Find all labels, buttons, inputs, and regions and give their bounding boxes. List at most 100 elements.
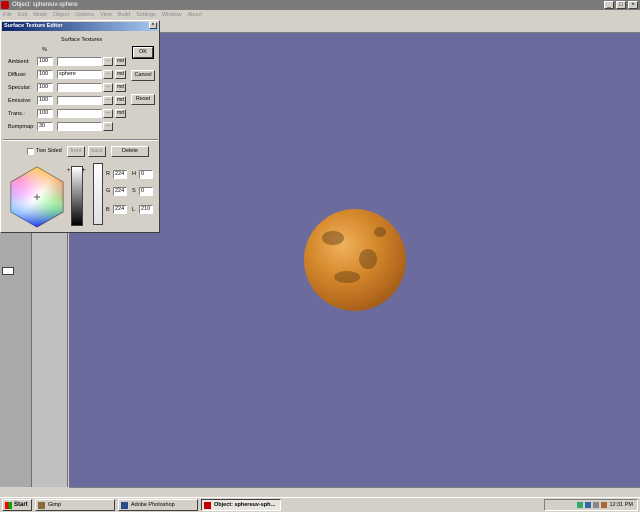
app-title-bar[interactable]: Object: sphereuv-sphere _ □ ×: [0, 0, 640, 10]
maximize-button[interactable]: □: [616, 1, 626, 9]
minimize-button[interactable]: _: [604, 1, 614, 9]
ambient-texture-input[interactable]: [57, 57, 102, 66]
row-label: Bumpmap:: [8, 124, 35, 130]
window-title: Object: sphereuv-sphere: [12, 2, 78, 8]
front-button[interactable]: front: [67, 146, 85, 157]
dialog-title: Surface Texture Editor: [4, 23, 63, 29]
tray-monitor-icon[interactable]: [585, 502, 592, 508]
bumpmap-texture-input[interactable]: [57, 122, 102, 131]
luminance-ramp[interactable]: [71, 166, 83, 226]
color-hexagon-picker[interactable]: [9, 166, 65, 228]
h-input[interactable]: 0: [139, 170, 153, 179]
task-object-viewer[interactable]: Object: sphereuv-sph...: [201, 499, 281, 511]
emissive-md-button[interactable]: md: [115, 96, 126, 105]
app-icon: [1, 1, 9, 9]
ramp-pointer-left-icon: +: [67, 168, 71, 174]
menu-settings[interactable]: Settings: [136, 12, 156, 18]
row-label: Ambient:: [8, 59, 30, 65]
texture-row-trans: Trans.: 100 ... md: [1, 109, 131, 120]
textured-sphere[interactable]: [304, 209, 406, 311]
task-label: Adobe Photoshop: [131, 502, 175, 508]
task-label: Object: sphereuv-sph...: [214, 502, 276, 508]
g-label: G: [106, 188, 111, 194]
row-label: Diffuse:: [8, 72, 27, 78]
cancel-button[interactable]: Cancel: [131, 70, 155, 81]
sphere-surface-spot: [334, 271, 360, 283]
r-input[interactable]: 224: [113, 170, 127, 179]
taskbar: Start Gimp Adobe Photoshop Object: spher…: [0, 497, 640, 512]
b-label: B: [106, 207, 110, 213]
specular-md-button[interactable]: md: [115, 83, 126, 92]
ramp-pointer-right-icon: +: [82, 168, 86, 174]
system-tray: 12:31 PM: [544, 499, 638, 511]
trans-texture-input[interactable]: [57, 109, 102, 118]
windows-logo-icon: [5, 501, 12, 509]
reset-button[interactable]: Reset: [131, 94, 155, 105]
diffuse-browse-button[interactable]: ...: [103, 70, 113, 79]
emissive-percent-input[interactable]: 100: [37, 96, 53, 105]
s-input[interactable]: 0: [139, 187, 153, 196]
task-label: Gimp: [48, 502, 62, 508]
g-input[interactable]: 224: [113, 187, 127, 196]
tray-app-icon[interactable]: [601, 502, 608, 508]
bumpmap-browse-button[interactable]: ...: [103, 122, 113, 131]
sphere-surface-spot: [374, 227, 386, 237]
start-button[interactable]: Start: [2, 499, 32, 511]
start-label: Start: [14, 502, 28, 508]
tray-volume-icon[interactable]: [593, 502, 600, 508]
sphere-surface-spot: [359, 249, 377, 269]
tray-network-icon[interactable]: [577, 502, 584, 508]
surface-texture-editor-dialog: Surface Texture Editor × Surface Texture…: [0, 20, 160, 233]
specular-texture-input[interactable]: [57, 83, 102, 92]
photoshop-icon: [121, 501, 128, 509]
h-label: H: [132, 171, 136, 177]
menu-options[interactable]: Options: [75, 12, 94, 18]
b-input[interactable]: 224: [113, 205, 127, 214]
menu-about[interactable]: About: [188, 12, 202, 18]
dialog-close-icon[interactable]: ×: [149, 22, 157, 29]
back-button[interactable]: back: [88, 146, 106, 157]
ok-button[interactable]: OK: [132, 46, 154, 59]
l-label: L: [132, 207, 136, 213]
menubar: File Edit Mode Object Options View Build…: [0, 10, 640, 19]
emissive-browse-button[interactable]: ...: [103, 96, 113, 105]
menu-window[interactable]: Window: [162, 12, 182, 18]
app-icon: [204, 501, 211, 509]
two-sided-checkbox[interactable]: [27, 148, 34, 155]
ambient-percent-input[interactable]: 100: [37, 57, 53, 66]
emissive-texture-input[interactable]: [57, 96, 102, 105]
task-gimp[interactable]: Gimp: [35, 499, 115, 511]
trans-percent-input[interactable]: 100: [37, 109, 53, 118]
l-input[interactable]: 210: [139, 205, 153, 214]
clock[interactable]: 12:31 PM: [609, 502, 633, 508]
list-view-icon[interactable]: [2, 267, 14, 275]
trans-md-button[interactable]: md: [115, 109, 126, 118]
ambient-browse-button[interactable]: ...: [103, 57, 113, 66]
delete-button[interactable]: Delete: [111, 146, 149, 157]
texture-row-ambient: Ambient: 100 ... md: [1, 57, 131, 68]
trans-browse-button[interactable]: ...: [103, 109, 113, 118]
menu-object[interactable]: Object: [53, 12, 69, 18]
ambient-md-button[interactable]: md: [115, 57, 126, 66]
menu-file[interactable]: File: [3, 12, 12, 18]
diffuse-md-button[interactable]: md: [115, 70, 126, 79]
menu-build[interactable]: Build: [118, 12, 130, 18]
diffuse-percent-input[interactable]: 100: [37, 70, 53, 79]
menu-view[interactable]: View: [100, 12, 112, 18]
viewport-scrollbar[interactable]: [69, 487, 640, 497]
texture-row-emissive: Emissive: 100 ... md: [1, 96, 131, 107]
row-label: Specular:: [8, 85, 32, 91]
dialog-title-bar[interactable]: Surface Texture Editor: [2, 22, 158, 31]
specular-percent-input[interactable]: 100: [37, 83, 53, 92]
two-sided-label: Two Sided: [36, 148, 62, 154]
menu-edit[interactable]: Edit: [18, 12, 27, 18]
menu-mode[interactable]: Mode: [33, 12, 47, 18]
bumpmap-percent-input[interactable]: 30: [37, 122, 53, 131]
r-label: R: [106, 171, 110, 177]
close-button[interactable]: ×: [628, 1, 638, 9]
specular-browse-button[interactable]: ...: [103, 83, 113, 92]
sphere-surface-spot: [322, 231, 344, 245]
texture-row-diffuse: Diffuse: 100 sphere ... md: [1, 70, 131, 81]
task-photoshop[interactable]: Adobe Photoshop: [118, 499, 198, 511]
diffuse-texture-input[interactable]: sphere: [57, 70, 102, 79]
